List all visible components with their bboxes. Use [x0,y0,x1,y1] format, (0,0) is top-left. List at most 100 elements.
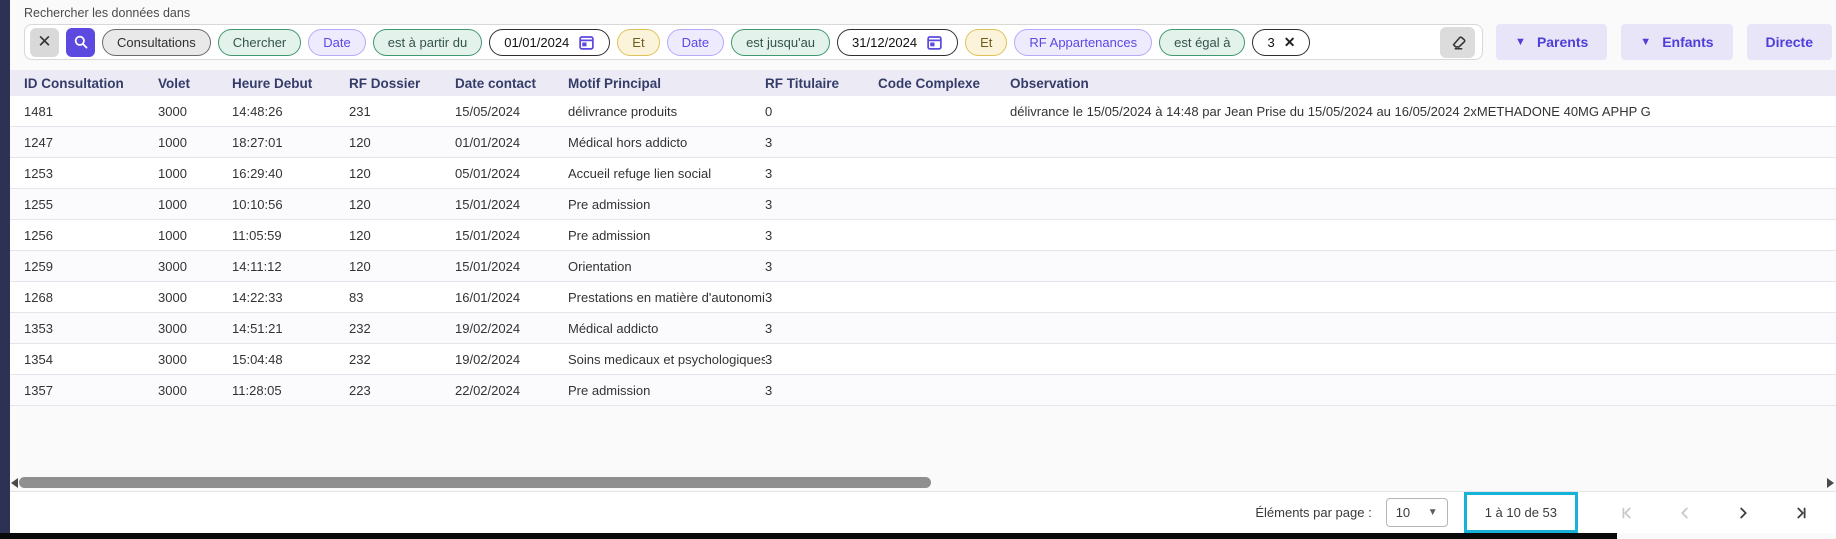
filter-chip-est-a-partir-du[interactable]: est à partir du [373,29,483,56]
consultations-search-page: Rechercher les données dans ✕ Consultati… [0,0,1836,539]
table-row[interactable]: 1259300014:11:1212015/01/2024Orientation… [10,251,1836,282]
table-cell: 3000 [158,321,232,336]
pagination-range-label: 1 à 10 de 53 [1485,505,1557,520]
filter-chip-consultations[interactable]: Consultations [102,29,211,56]
filter-chip-01-01-2024[interactable]: 01/01/2024 [489,29,610,56]
table-cell: 3 [765,135,878,150]
chip-label: 3 [1267,35,1274,50]
filter-chip-date[interactable]: Date [667,29,724,56]
filter-chip-et[interactable]: Et [965,29,1007,56]
filter-chip-31-12-2024[interactable]: 31/12/2024 [837,29,958,56]
chip-label: est égal à [1174,35,1230,50]
chip-label: Date [323,35,350,50]
table-cell: 14:48:26 [232,104,349,119]
table-cell: 1353 [24,321,158,336]
table-cell: 11:28:05 [232,383,349,398]
table-cell: Pre admission [568,383,765,398]
table-row[interactable]: 1255100010:10:5612015/01/2024Pre admissi… [10,189,1836,220]
table-row[interactable]: 1354300015:04:4823219/02/2024Soins medic… [10,344,1836,375]
table-row[interactable]: 1353300014:51:2123219/02/2024Médical add… [10,313,1836,344]
table-cell: 120 [349,228,455,243]
filter-chip-rf-appartenances[interactable]: RF Appartenances [1014,29,1152,56]
filter-chips: Consultations Chercher Date est à partir du… [102,29,1310,56]
search-icon [73,34,89,50]
column-header-heure-debut[interactable]: Heure Debut [232,76,349,91]
table-cell: 3000 [158,352,232,367]
clear-filters-button[interactable]: ✕ [30,28,59,57]
enfants-button[interactable]: ▼ Enfants [1621,24,1732,60]
relation-actions: ▼ Parents ▼ Enfants Directe [1496,24,1832,60]
filter-chip-est-jusqu-au[interactable]: est jusqu'au [731,29,830,56]
table-cell: 3 [765,228,878,243]
column-header-rf-dossier[interactable]: RF Dossier [349,76,455,91]
column-header-observation[interactable]: Observation [1010,76,1836,91]
first-page-icon [1618,504,1636,522]
close-icon[interactable]: ✕ [1284,34,1296,51]
table-cell: 231 [349,104,455,119]
table-cell: 1255 [24,197,158,212]
next-page-button[interactable] [1734,504,1752,522]
calendar-icon[interactable] [926,34,943,51]
directe-button[interactable]: Directe [1747,24,1832,60]
column-header-id-consultation[interactable]: ID Consultation [24,76,158,91]
table-cell: Orientation [568,259,765,274]
chevron-right-icon [1734,504,1752,522]
chip-label: Date [682,35,709,50]
chip-label: Et [980,35,992,50]
parents-button-label: Parents [1537,34,1588,50]
table-cell: 10:10:56 [232,197,349,212]
table-row[interactable]: 1253100016:29:4012005/01/2024Accueil ref… [10,158,1836,189]
table-cell: Pre admission [568,197,765,212]
range-highlight-box: 1 à 10 de 53 [1464,492,1578,533]
scroll-right-arrow[interactable] [1827,478,1834,488]
table-row[interactable]: 1247100018:27:0112001/01/2024Médical hor… [10,127,1836,158]
last-page-button[interactable] [1792,504,1810,522]
scroll-left-arrow[interactable] [11,478,18,488]
table-cell: 3000 [158,104,232,119]
filter-bar: ✕ Consultations Chercher Date est à partir … [24,24,1483,60]
page-size-select[interactable]: 10 ▼ [1386,498,1448,527]
horizontal-scrollbar[interactable] [10,476,1836,490]
previous-page-button[interactable] [1676,504,1694,522]
column-header-volet[interactable]: Volet [158,76,232,91]
erase-filter-button[interactable] [1440,27,1475,58]
enfants-button-label: Enfants [1662,34,1713,50]
chip-label: Chercher [233,35,286,50]
parents-button[interactable]: ▼ Parents [1496,24,1607,60]
first-page-button[interactable] [1618,504,1636,522]
table-cell: 120 [349,259,455,274]
column-header-motif-principal[interactable]: Motif Principal [568,76,765,91]
filter-row: ✕ Consultations Chercher Date est à partir … [24,24,1832,60]
table-cell: 3000 [158,259,232,274]
table-row[interactable]: 1481300014:48:2623115/05/2024délivrance … [10,96,1836,127]
table-cell: 120 [349,166,455,181]
table-row[interactable]: 1357300011:28:0522322/02/2024Pre admissi… [10,375,1836,406]
column-header-rf-titulaire[interactable]: RF Titulaire [765,76,878,91]
table-cell: 14:51:21 [232,321,349,336]
table-cell: 15/01/2024 [455,197,568,212]
filter-chip-3[interactable]: 3✕ [1252,29,1310,56]
calendar-icon[interactable] [578,34,595,51]
filter-chip-date[interactable]: Date [308,29,365,56]
search-button[interactable] [66,28,95,57]
chevron-left-icon [1676,504,1694,522]
filter-chip-est-egal-a[interactable]: est égal à [1159,29,1245,56]
scrollbar-thumb[interactable] [19,477,931,488]
column-header-code-complexe[interactable]: Code Complexe [878,76,1010,91]
filter-chip-chercher[interactable]: Chercher [218,29,301,56]
table-cell: 3 [765,321,878,336]
table-row[interactable]: 1268300014:22:338316/01/2024Prestations … [10,282,1836,313]
column-header-date-contact[interactable]: Date contact [455,76,568,91]
table-cell: 0 [765,104,878,119]
table-cell: délivrance le 15/05/2024 à 14:48 par Jea… [1010,104,1836,119]
filter-chip-et[interactable]: Et [617,29,659,56]
table-cell: 1354 [24,352,158,367]
table-cell: Soins medicaux et psychologiques [568,352,765,367]
table-cell: 3 [765,259,878,274]
items-per-page-label: Éléments par page : [1255,505,1371,520]
chip-label: est à partir du [388,35,468,50]
left-nav-strip [0,0,10,539]
table-row[interactable]: 1256100011:05:5912015/01/2024Pre admissi… [10,220,1836,251]
table-cell: 1000 [158,135,232,150]
table-cell: 1000 [158,197,232,212]
